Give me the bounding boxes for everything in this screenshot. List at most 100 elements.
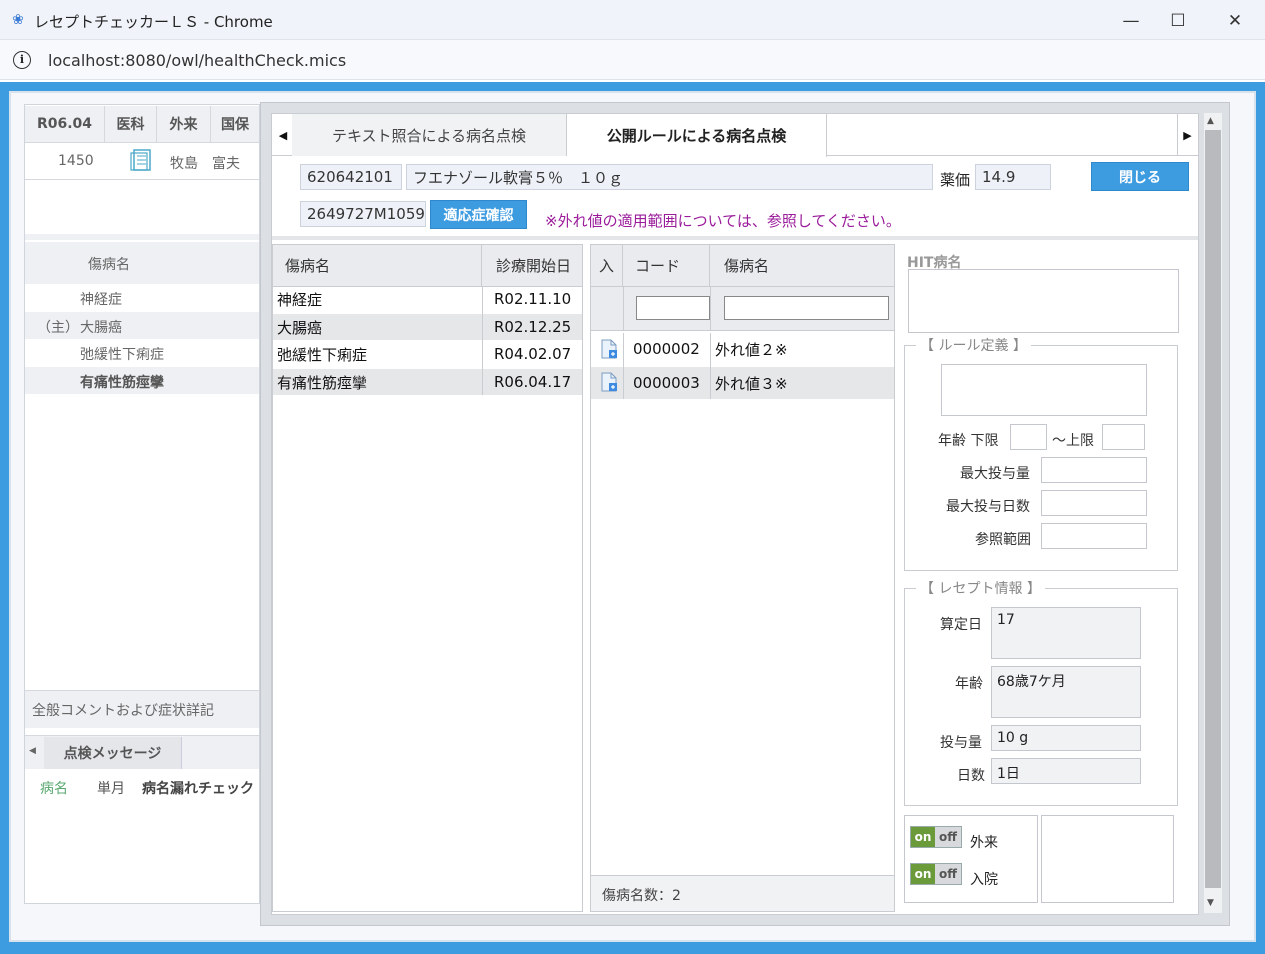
disease-name-cell: 大腸癌 <box>277 318 323 337</box>
scroll-down-arrow[interactable]: ▼ <box>1207 898 1214 908</box>
col-rule-disease[interactable]: 傷病名 <box>710 245 894 287</box>
list-item[interactable]: 弛緩性下痢症 <box>25 340 259 367</box>
maximize-button[interactable]: ☐ <box>1155 6 1201 36</box>
toggle-off-label: off <box>935 864 961 884</box>
column-divider <box>710 287 711 331</box>
header-dept: 医科 <box>105 106 157 142</box>
outlier-note: ※外れ値の適用範囲については、参照してください。 <box>545 212 901 230</box>
header-visit: 外来 <box>157 106 211 142</box>
url-text[interactable]: localhost:8080/owl/healthCheck.mics <box>48 51 346 70</box>
max-dose-label: 最大投与量 <box>960 466 1030 482</box>
tab-text-check[interactable]: テキスト照合による病名点検 <box>292 114 567 156</box>
inpatient-toggle[interactable]: on off <box>910 863 962 885</box>
max-days-label: 最大投与日数 <box>946 499 1030 515</box>
disease-name-cell: 神経症 <box>277 290 323 309</box>
minimize-button[interactable]: — <box>1108 6 1154 36</box>
name-filter-input[interactable] <box>724 296 889 320</box>
close-window-button[interactable]: ✕ <box>1212 6 1258 36</box>
code-filter-input[interactable] <box>636 296 710 320</box>
dose-value: 10 g <box>991 725 1141 751</box>
rule-disease-cell: 外れ値３※ <box>715 374 788 393</box>
left-disease-name: 神経症 <box>80 292 122 308</box>
left-disease-name: 弛緩性下痢症 <box>80 347 164 363</box>
yj-code-field: 2649727M1059 <box>300 201 426 227</box>
drug-code-field: 620642101 <box>300 164 402 190</box>
age-upper-label: ～上限 <box>1052 433 1094 449</box>
col-input[interactable]: 入 <box>591 245 623 287</box>
toggle-on-label: on <box>911 864 935 884</box>
age-upper-input[interactable] <box>1102 424 1145 450</box>
drug-price-field: 14.9 <box>975 164 1051 190</box>
max-days-input[interactable] <box>1041 490 1147 516</box>
header-month: R06.04 <box>25 106 105 142</box>
info-icon[interactable]: i <box>13 51 31 69</box>
receipt-info-legend: 【 レセプト情報 】 <box>916 578 1045 598</box>
table-row[interactable]: 神経症 R02.11.10 <box>273 286 582 312</box>
col-disease-name[interactable]: 傷病名 <box>273 245 482 287</box>
table-row[interactable]: 有痛性筋痙攣 R06.04.17 <box>273 369 582 395</box>
indication-confirm-button[interactable]: 適応症確認 <box>430 200 527 229</box>
tab-rule-check[interactable]: 公開ルールによる病名点検 <box>567 114 827 157</box>
start-date-cell: R04.02.07 <box>494 345 572 363</box>
hit-disease-box <box>908 269 1179 333</box>
section-divider <box>272 236 1198 240</box>
comment-label: 全般コメントおよび症状詳記 <box>32 703 214 719</box>
age-lower-label: 年齢 下限 <box>938 433 999 449</box>
column-divider <box>623 287 624 331</box>
message-category: 病名 <box>40 781 68 797</box>
column-divider <box>482 286 483 395</box>
start-date-cell: R02.12.25 <box>494 318 572 336</box>
disease-name-cell: 弛緩性下痢症 <box>277 345 368 364</box>
toggle-off-label: off <box>935 827 961 847</box>
list-item[interactable]: 有痛性筋痙攣 <box>25 367 259 394</box>
rule-definition-legend: 【 ルール定義 】 <box>916 335 1031 355</box>
file-icon[interactable] <box>600 372 618 392</box>
message-title: 病名漏れチェック <box>142 781 254 797</box>
message-tab-left-arrow[interactable]: ◀ <box>29 746 36 756</box>
list-item[interactable]: （主） 大腸癌 <box>25 312 259 339</box>
disease-name-cell: 有痛性筋痙攣 <box>277 373 368 392</box>
age-value: 68歳7ケ月 <box>991 666 1141 718</box>
scrollbar-thumb[interactable] <box>1205 130 1221 888</box>
calc-day-label: 算定日 <box>940 617 982 633</box>
table-row[interactable]: 大腸癌 R02.12.25 <box>273 314 582 340</box>
table-row[interactable]: 0000003 外れ値３※ <box>591 367 894 399</box>
days-value: 1日 <box>991 758 1141 784</box>
toggle-on-label: on <box>911 827 935 847</box>
days-label: 日数 <box>957 768 985 784</box>
tab-check-messages[interactable]: 点検メッセージ <box>44 737 182 769</box>
dose-label: 投与量 <box>940 735 982 751</box>
list-item[interactable]: 神経症 <box>25 285 259 312</box>
scroll-up-arrow[interactable]: ▲ <box>1207 116 1214 126</box>
patient-name: 牧島 富夫 <box>170 156 240 172</box>
table-row[interactable]: 0000002 外れ値２※ <box>591 333 894 365</box>
code-cell: 0000002 <box>633 340 700 358</box>
start-date-cell: R06.04.17 <box>494 373 572 391</box>
calc-day-value: 17 <box>991 607 1141 659</box>
column-divider <box>710 333 711 399</box>
file-icon[interactable] <box>600 339 618 359</box>
inpatient-label: 入院 <box>970 872 998 888</box>
outpatient-toggle[interactable]: on off <box>910 826 962 848</box>
left-disease-header <box>25 242 259 284</box>
left-disease-col: 傷病名 <box>88 257 130 273</box>
patient-number: 1450 <box>58 153 94 169</box>
drug-name-field: フエナゾール軟膏５％ １０ｇ <box>406 164 933 190</box>
tab-scroll-left-arrow[interactable]: ◀ <box>273 114 293 156</box>
age-lower-input[interactable] <box>1010 424 1047 450</box>
max-dose-input[interactable] <box>1041 457 1147 483</box>
document-icon[interactable] <box>130 148 154 172</box>
col-code[interactable]: コード <box>623 245 710 287</box>
rule-disease-cell: 外れ値２※ <box>715 340 788 359</box>
tab-scroll-right-arrow[interactable]: ▶ <box>1177 114 1197 156</box>
code-cell: 0000003 <box>633 374 700 392</box>
visit-extra-box <box>1041 815 1174 903</box>
table-row[interactable]: 弛緩性下痢症 R04.02.07 <box>273 341 582 367</box>
close-dialog-button[interactable]: 閉じる <box>1091 162 1189 191</box>
col-start-date[interactable]: 診療開始日 <box>482 245 582 287</box>
disease-count: 傷病名数：2 <box>602 888 681 904</box>
ref-range-input[interactable] <box>1041 523 1147 549</box>
outpatient-label: 外来 <box>970 835 998 851</box>
main-disease-marker: （主） <box>37 320 79 336</box>
column-divider <box>623 333 624 399</box>
